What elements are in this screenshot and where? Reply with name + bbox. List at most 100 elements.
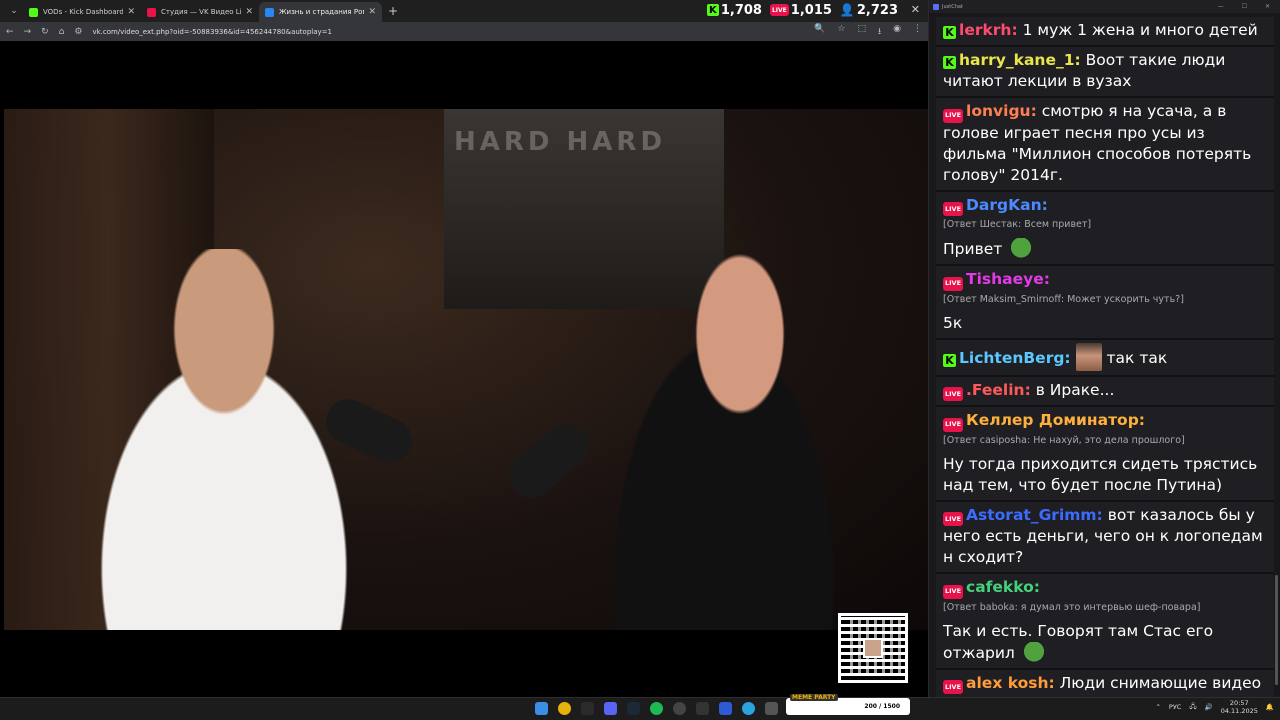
- tab-vk-video[interactable]: Жизнь и страдания Рома ✕: [259, 2, 382, 22]
- back-icon[interactable]: ←: [6, 27, 14, 37]
- network-icon[interactable]: 🖧: [1189, 702, 1196, 713]
- minimize-icon[interactable]: —: [1218, 3, 1224, 10]
- address-bar: ← → ↻ ⌂ ⚙ vk.com/video_ext.php?oid=-5088…: [0, 22, 928, 41]
- chat-username[interactable]: Tishaeye:: [966, 270, 1050, 288]
- live-icon: LIVE: [943, 680, 964, 694]
- total-viewer-count: 👤 2,723: [840, 3, 898, 18]
- window-controls: — ☐ ✕: [1218, 3, 1280, 10]
- close-icon[interactable]: ✕: [1265, 3, 1270, 10]
- zoom-icon[interactable]: 🔍: [814, 24, 825, 40]
- chat-username[interactable]: lonvigu:: [966, 102, 1037, 120]
- tab-search-icon[interactable]: ⌄: [5, 2, 23, 20]
- chat-message: LIVE DargKan: [Ответ Шестак: Всем привет] П…: [936, 191, 1274, 266]
- extension-icon[interactable]: ⬚: [857, 24, 866, 40]
- download-icon[interactable]: ⭳: [878, 24, 881, 40]
- chat-message: LIVE .Feelin: в Ираке...: [936, 376, 1274, 407]
- tab-kick-dashboard[interactable]: VODs - Kick Dashboard ✕: [23, 2, 141, 22]
- vk-favicon-icon: [265, 7, 274, 17]
- face-emote-icon: [1075, 342, 1102, 371]
- discord-icon[interactable]: [604, 702, 617, 715]
- poster-text: HARD HARD: [454, 127, 667, 157]
- clock[interactable]: 20:57 04.11.2025: [1221, 699, 1258, 715]
- chat-message-text: 1 муж 1 жена и много детей: [1022, 21, 1258, 39]
- system-tray: ⌃ РУС 🖧 🔊 20:57 04.11.2025 🔔: [1155, 699, 1274, 715]
- browser-window: ⌄ VODs - Kick Dashboard ✕ Студия — VK Ви…: [0, 0, 928, 697]
- overlay-title: MEME PARTY: [790, 694, 838, 701]
- steam-icon[interactable]: [627, 702, 640, 715]
- window-close-icon[interactable]: ✕: [911, 3, 920, 16]
- site-info-icon[interactable]: ⚙: [74, 27, 82, 37]
- chat-username[interactable]: DargKan:: [966, 196, 1048, 214]
- notification-icon[interactable]: 🔔: [1266, 703, 1274, 711]
- chat-username[interactable]: alex kosh:: [966, 674, 1055, 692]
- spotify-icon[interactable]: [650, 702, 663, 715]
- forward-icon[interactable]: →: [24, 27, 32, 37]
- app-icon[interactable]: [765, 702, 778, 715]
- app-icon: [933, 3, 939, 10]
- chat-reply-quote: [Ответ Шестак: Всем привет]: [943, 219, 1092, 230]
- kick-count: 1,708: [720, 2, 762, 18]
- chat-message-text: Ну тогда приходится сидеть трястись над …: [943, 454, 1258, 494]
- chat-username[interactable]: lerkrh:: [959, 21, 1018, 39]
- app-icon[interactable]: [696, 702, 709, 715]
- chat-message: LIVE Astorat_Grimm: вот казалось бы у нег…: [936, 501, 1274, 574]
- taskbar: 200 / 1500 MEME PARTY ⌃ РУС 🖧 🔊 20:57 04…: [0, 694, 1280, 720]
- qr-code-image: [838, 613, 908, 683]
- chat-username[interactable]: LichtenBerg:: [959, 349, 1071, 367]
- chat-app-title: JustChat: [942, 3, 963, 10]
- url-field[interactable]: vk.com/video_ext.php?oid=-50883936&id=45…: [92, 28, 804, 36]
- chat-username[interactable]: Astorat_Grimm:: [966, 506, 1103, 524]
- vk-count: 1,015: [790, 2, 832, 18]
- chat-username[interactable]: cafekko:: [966, 578, 1040, 596]
- taskbar-apps: [535, 702, 778, 715]
- toolbar-icons: 🔍 ☆ ⬚ ⭳ ◉ ⋮: [814, 24, 922, 40]
- chat-reply-quote: [Ответ Maksim_Smirnoff: Может ускорить ч…: [943, 293, 1184, 305]
- language-indicator[interactable]: РУС: [1169, 703, 1181, 711]
- menu-icon[interactable]: ⋮: [913, 24, 922, 40]
- tab-label: Жизнь и страдания Рома: [279, 8, 365, 16]
- chat-username[interactable]: .Feelin:: [966, 381, 1031, 399]
- tray-arrow-icon[interactable]: ⌃: [1155, 703, 1160, 711]
- live-icon: LIVE: [943, 276, 964, 291]
- profile-icon[interactable]: ◉: [893, 24, 901, 40]
- file-explorer-icon[interactable]: [581, 702, 594, 715]
- tab-bar: ⌄ VODs - Kick Dashboard ✕ Студия — VK Ви…: [0, 0, 928, 22]
- windows-start-icon[interactable]: [535, 702, 548, 715]
- chat-message-text: в Ираке...: [1035, 380, 1115, 399]
- chat-reply-quote: [Ответ casiposha: Не нахуй, это дела про…: [943, 434, 1185, 446]
- close-icon[interactable]: ✕: [368, 7, 376, 17]
- chat-username[interactable]: harry_kane_1:: [959, 51, 1081, 69]
- chat-message-text: так так: [1106, 348, 1168, 367]
- volume-icon[interactable]: 🔊: [1205, 703, 1213, 711]
- chat-message: Klerkrh: 1 муж 1 жена и много детей: [936, 17, 1274, 47]
- overlay-progress: 200 / 1500: [864, 703, 900, 710]
- chat-message-text: 5к: [943, 313, 963, 332]
- video-frame[interactable]: HARD HARD: [4, 109, 928, 630]
- close-icon[interactable]: ✕: [245, 7, 253, 17]
- chrome-icon[interactable]: [558, 702, 571, 715]
- home-icon[interactable]: ⌂: [59, 27, 65, 37]
- chat-scrollbar[interactable]: [1275, 575, 1278, 685]
- chat-message: Kharry_kane_1: Воот такие люди читают ле…: [936, 47, 1274, 98]
- live-icon: LIVE: [943, 108, 964, 123]
- close-icon[interactable]: ✕: [127, 7, 135, 17]
- chat-username[interactable]: Келлер Доминатор:: [966, 411, 1145, 429]
- chat-message: K LichtenBerg: так так: [936, 339, 1274, 377]
- bookmark-star-icon[interactable]: ☆: [837, 24, 845, 40]
- chat-message-list[interactable]: Klerkrh: 1 муж 1 жена и много детей Kharr…: [936, 17, 1274, 720]
- telegram-icon[interactable]: [742, 702, 755, 715]
- person-icon: 👤: [839, 3, 855, 17]
- maximize-icon[interactable]: ☐: [1242, 3, 1247, 10]
- chat-message: LIVE lonvigu: смотрю я на усача, а в голо…: [936, 98, 1274, 192]
- video-player[interactable]: HARD HARD: [0, 41, 928, 697]
- reload-icon[interactable]: ↻: [41, 27, 49, 37]
- obs-icon[interactable]: [673, 702, 686, 715]
- new-tab-icon[interactable]: +: [388, 4, 398, 18]
- vk-live-favicon-icon: [147, 7, 156, 17]
- tab-label: VODs - Kick Dashboard: [43, 8, 124, 16]
- chat-message-text: Привет: [943, 240, 1003, 258]
- media-player-icon[interactable]: [719, 702, 732, 715]
- tab-vk-studio[interactable]: Студия — VK Видео Live ✕: [141, 2, 259, 22]
- tab-label: Студия — VK Видео Live: [161, 8, 242, 16]
- qr-avatar-image: [863, 638, 883, 658]
